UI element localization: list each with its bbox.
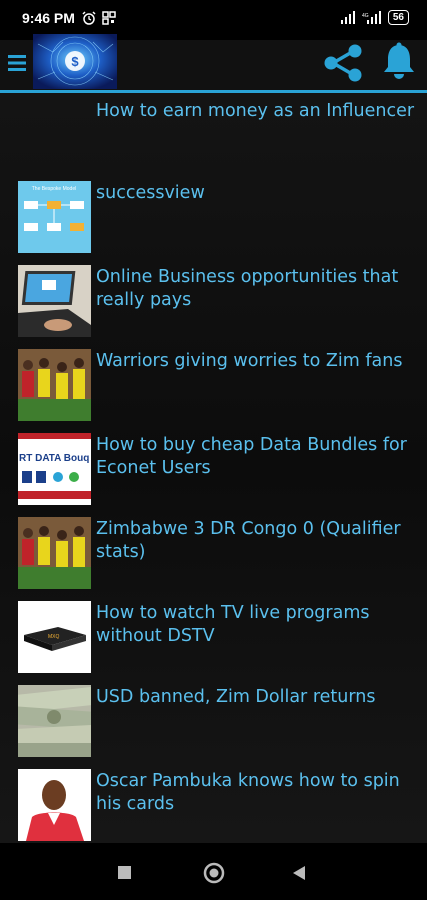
article-thumbnail	[18, 265, 91, 337]
article-thumbnail: The Bespoke Model	[18, 181, 91, 253]
bell-icon[interactable]	[382, 42, 416, 80]
article-title[interactable]: Zimbabwe 3 DR Congo 0 (Qualifier stats)	[96, 518, 416, 564]
app-logo[interactable]: $	[33, 34, 117, 89]
article-thumbnail: MXQ	[18, 601, 91, 673]
article-title[interactable]: Online Business opportunities that reall…	[96, 266, 416, 312]
article-thumbnail: RT DATA Bouq	[18, 433, 91, 505]
svg-text:The Bespoke Model: The Bespoke Model	[32, 186, 76, 192]
list-item[interactable]: Oscar Pambuka knows how to spin his card…	[18, 769, 418, 843]
hamburger-menu-icon[interactable]	[8, 54, 26, 72]
list-item[interactable]: USD banned, Zim Dollar returns	[18, 685, 418, 769]
alarm-icon	[82, 11, 96, 25]
list-item[interactable]: RT DATA Bouq How to buy cheap Data Bundl…	[18, 433, 418, 517]
recent-apps-icon[interactable]	[118, 866, 131, 879]
system-navigation-bar	[0, 843, 427, 900]
article-title[interactable]: Oscar Pambuka knows how to spin his card…	[96, 770, 416, 816]
back-icon[interactable]	[292, 865, 306, 881]
article-title[interactable]: USD banned, Zim Dollar returns	[96, 686, 416, 709]
article-title[interactable]: How to buy cheap Data Bundles for Econet…	[96, 434, 416, 480]
signal-icon-2: 4G	[362, 11, 381, 24]
article-feed: How to earn money as an Influencer The B…	[0, 93, 427, 843]
qr-code-icon	[102, 11, 116, 25]
article-title[interactable]: How to watch TV live programs without DS…	[96, 602, 416, 648]
article-thumbnail	[18, 769, 91, 841]
svg-text:RT DATA Bouq: RT DATA Bouq	[19, 453, 89, 464]
share-icon[interactable]	[322, 44, 364, 82]
article-title[interactable]: successview	[96, 182, 416, 205]
list-item[interactable]: MXQ How to watch TV live programs withou…	[18, 601, 418, 685]
battery-indicator: 56	[387, 10, 409, 25]
article-list: The Bespoke Model successview Online Bus…	[18, 181, 418, 843]
article-thumbnail	[18, 349, 91, 421]
status-time: 9:46 PM	[22, 10, 75, 26]
home-icon[interactable]	[203, 862, 225, 884]
svg-text:4G: 4G	[362, 13, 369, 19]
list-item[interactable]: Online Business opportunities that reall…	[18, 265, 418, 349]
list-item[interactable]: Warriors giving worries to Zim fans	[18, 349, 418, 433]
article-thumbnail	[18, 517, 91, 589]
signal-icon	[340, 11, 355, 24]
article-thumbnail	[18, 685, 91, 757]
list-item[interactable]: The Bespoke Model successview	[18, 181, 418, 265]
svg-text:$: $	[71, 54, 79, 69]
svg-text:MXQ: MXQ	[48, 634, 60, 640]
list-item[interactable]: Zimbabwe 3 DR Congo 0 (Qualifier stats)	[18, 517, 418, 601]
article-title[interactable]: Warriors giving worries to Zim fans	[96, 350, 416, 373]
featured-article-title[interactable]: How to earn money as an Influencer	[96, 101, 414, 121]
